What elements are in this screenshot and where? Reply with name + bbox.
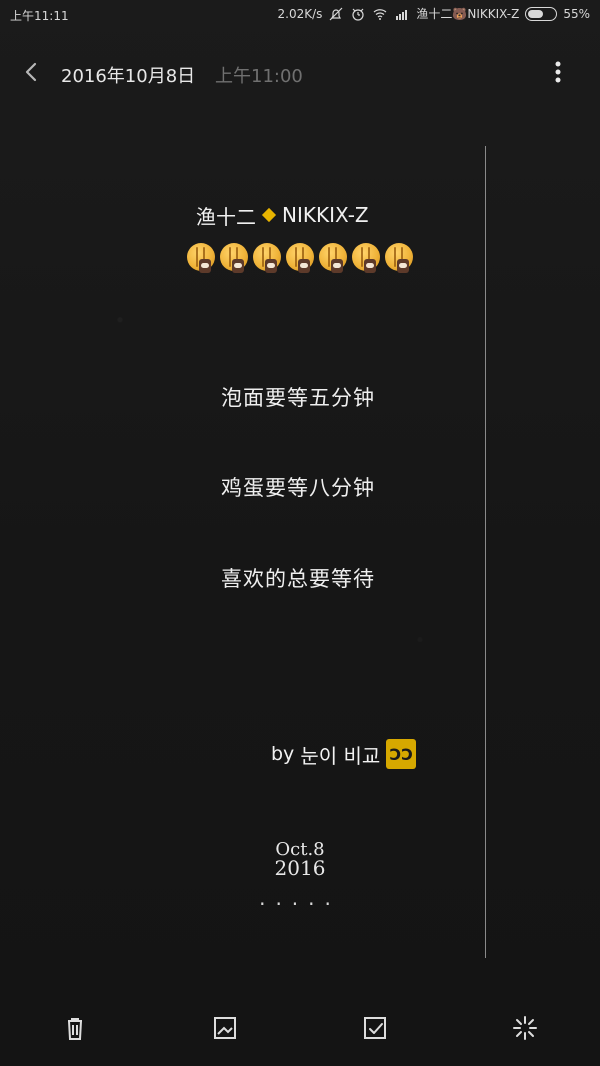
note-title-right: NIKKIX-Z <box>282 203 369 227</box>
emoji-icon <box>220 243 248 275</box>
note-title-left: 渔十二 <box>196 204 256 229</box>
image-icon <box>214 1017 236 1039</box>
insert-image-button[interactable] <box>209 1012 241 1044</box>
sparkle-icon <box>513 1016 537 1040</box>
sparkle-button[interactable] <box>509 1012 541 1044</box>
diamond-icon <box>261 207 277 223</box>
signature-name: 눈이 비교 <box>300 743 381 768</box>
emoji-icon <box>187 243 215 275</box>
note-line-3: 喜欢的总要等待 <box>221 567 375 591</box>
emoji-icon <box>253 243 281 275</box>
note-screen: 上午11:11 2.02K/s 渔十二🐻NIKKIX-Z 55% 2016年10… <box>0 0 600 1066</box>
note-line-1: 泡面要等五分钟 <box>221 386 375 410</box>
checkbox-icon <box>364 1017 386 1039</box>
emoji-icon <box>286 243 314 275</box>
footer-dots: ····· <box>259 892 341 916</box>
delete-button[interactable] <box>59 1012 91 1044</box>
trash-icon <box>68 1018 82 1040</box>
signature-prefix: by <box>271 743 295 765</box>
checklist-button[interactable] <box>359 1012 391 1044</box>
note-content: 渔十二 NIKKIX-Z 泡面要等五分钟 鸡蛋要等八分钟 喜欢的总要等待 by … <box>0 0 600 1066</box>
note-title-row: 渔十二 NIKKIX-Z <box>196 200 446 230</box>
footer-date: Oct.8 2016 <box>0 841 600 880</box>
footer-date-line2: 2016 <box>274 856 326 880</box>
signature-row: by 눈이 비교 ƆƆ <box>271 739 417 769</box>
signature-badge-icon: ƆƆ <box>386 739 417 769</box>
note-line-2: 鸡蛋要等八分钟 <box>221 476 375 500</box>
emoji-icon <box>319 243 347 275</box>
bottom-toolbar <box>0 1000 600 1056</box>
emoji-icon <box>352 243 380 275</box>
emoji-row <box>187 243 413 275</box>
emoji-icon <box>385 243 413 275</box>
